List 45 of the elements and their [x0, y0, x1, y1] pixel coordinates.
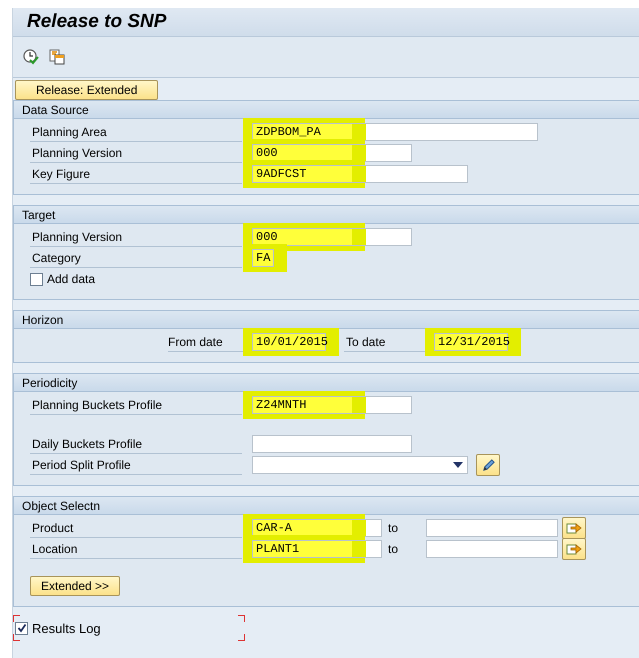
section-header: Target [14, 206, 639, 224]
edit-button[interactable] [476, 454, 500, 476]
input-field[interactable]: PLANT1 [252, 540, 382, 558]
input-field[interactable]: FA [252, 249, 274, 267]
arrow-icon [566, 521, 582, 535]
checkbox-label: Results Log [32, 620, 101, 636]
checkbox[interactable] [30, 272, 43, 286]
dropdown-field[interactable] [252, 456, 468, 474]
input-field[interactable] [252, 435, 412, 453]
section-header: Object Selectn [14, 497, 639, 515]
field-label: Category [30, 248, 242, 268]
screen-title: Release to SNP [27, 11, 166, 33]
extended-button[interactable]: Extended >> [30, 576, 120, 596]
input-field[interactable] [426, 519, 558, 537]
field-label: Key Figure [30, 164, 242, 184]
to-label: to [387, 542, 400, 556]
section-header: Periodicity [14, 374, 639, 392]
copy-icon[interactable] [49, 49, 65, 65]
input-field[interactable]: 000 [252, 144, 412, 162]
section-header: Data Source [14, 101, 639, 119]
input-field[interactable]: 000 [252, 228, 412, 246]
clock-check-icon[interactable] [23, 49, 39, 65]
multiple-selection-button[interactable] [562, 538, 586, 560]
pencil-icon [480, 458, 496, 472]
input-field[interactable]: Z24MNTH [252, 396, 412, 414]
multiple-selection-button[interactable] [562, 517, 586, 539]
field-label: Planning Version [30, 144, 242, 162]
input-field[interactable] [426, 540, 558, 558]
section-header: Horizon [14, 311, 639, 329]
dropdown-arrow-icon [453, 462, 463, 468]
field-label: Period Split Profile [30, 456, 242, 474]
checkbox-label: Add data [47, 272, 96, 286]
field-label: Product [30, 518, 242, 538]
field-label: Location [30, 540, 242, 558]
input-field[interactable]: 9ADFCST [252, 165, 468, 183]
field-label: Planning Buckets Profile [30, 396, 242, 414]
to-label: to [387, 521, 400, 535]
checkbox[interactable] [15, 622, 28, 634]
release-extended-button[interactable]: Release: Extended [15, 80, 158, 100]
field-label: Planning Version [30, 228, 242, 246]
field-label: Planning Area [30, 122, 242, 142]
input-field[interactable]: ZDPBOM_PA [252, 123, 538, 141]
arrow-icon [566, 542, 582, 556]
field-label: Daily Buckets Profile [30, 434, 242, 454]
input-field[interactable]: CAR-A [252, 519, 382, 537]
